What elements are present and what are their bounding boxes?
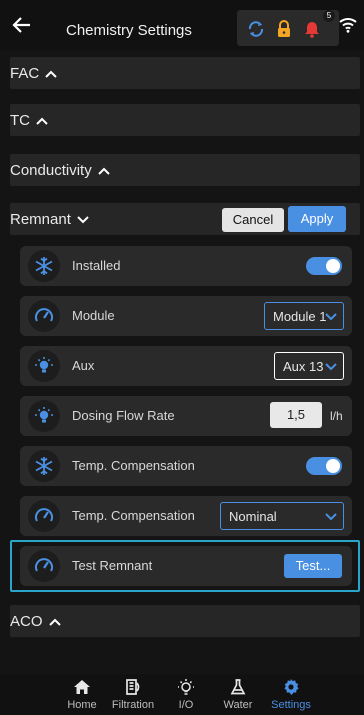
- gauge-icon: [35, 308, 53, 322]
- wifi-icon: [339, 18, 357, 33]
- gauge-icon: [35, 558, 53, 572]
- bulb-icon: [35, 407, 53, 423]
- test-button[interactable]: Test...: [284, 554, 342, 578]
- chevron-down-icon: [325, 513, 337, 521]
- sync-icon[interactable]: [247, 20, 265, 38]
- lock-icon[interactable]: [275, 20, 293, 38]
- bottom-nav: Home Filtration I/O Water Settings: [0, 674, 364, 715]
- bell-icon: [305, 22, 319, 38]
- row-installed: Installed: [20, 246, 352, 286]
- chevron-down-icon: [77, 216, 89, 224]
- section-fac[interactable]: FAC: [10, 57, 360, 89]
- home-icon: [74, 680, 90, 694]
- page-title: Chemistry Settings: [66, 22, 192, 39]
- temp-compensation-select[interactable]: Nominal: [220, 502, 344, 530]
- temp-compensation-mode-label: Temp. Compensation: [72, 508, 195, 523]
- section-tc-title: TC: [10, 112, 48, 129]
- installed-toggle[interactable]: [306, 257, 342, 275]
- bulb-icon: [35, 357, 53, 373]
- gear-icon: [284, 679, 299, 695]
- section-fac-title: FAC: [10, 65, 57, 82]
- snowflake-icon: [35, 457, 53, 475]
- dosing-flow-rate-label: Dosing Flow Rate: [72, 408, 175, 423]
- installed-label: Installed: [72, 258, 121, 273]
- nav-settings[interactable]: Settings: [261, 678, 321, 711]
- row-temp-compensation-select: Temp. Compensation Nominal: [20, 496, 352, 536]
- dosing-flow-rate-unit: l/h: [330, 409, 343, 423]
- nav-io[interactable]: I/O: [156, 678, 216, 711]
- gauge-icon: [35, 508, 53, 522]
- status-bar: 5: [237, 10, 339, 46]
- chevron-up-icon: [48, 618, 61, 626]
- back-arrow-icon[interactable]: [10, 14, 34, 36]
- temp-compensation-toggle[interactable]: [306, 457, 342, 475]
- nav-water[interactable]: Water: [208, 678, 268, 711]
- section-conductivity-title: Conductivity: [10, 162, 110, 179]
- notifications[interactable]: 5: [299, 10, 339, 46]
- apply-button[interactable]: Apply: [288, 206, 346, 232]
- chevron-up-icon: [36, 117, 48, 125]
- row-aux: Aux Aux 13: [20, 346, 352, 386]
- temp-compensation-label: Temp. Compensation: [72, 458, 195, 473]
- section-remnant-title: Remnant: [10, 211, 89, 228]
- section-aco-title: ACO: [10, 613, 61, 630]
- aux-label: Aux: [72, 358, 95, 373]
- module-label: Module: [72, 308, 115, 323]
- nav-filtration[interactable]: Filtration: [103, 678, 163, 711]
- row-module: Module Module 1: [20, 296, 352, 336]
- test-remnant-label: Test Remnant: [72, 558, 153, 573]
- aux-select[interactable]: Aux 13: [274, 352, 344, 380]
- snowflake-icon: [35, 257, 53, 275]
- flask-icon: [230, 679, 246, 695]
- app-header: Chemistry Settings 5: [0, 0, 364, 50]
- bulb-icon: [178, 679, 194, 695]
- chevron-down-icon: [325, 313, 337, 321]
- dosing-flow-rate-input[interactable]: 1,5: [270, 402, 322, 428]
- row-temp-compensation-toggle: Temp. Compensation: [20, 446, 352, 486]
- section-aco[interactable]: ACO: [10, 605, 360, 637]
- filter-icon: [126, 679, 140, 695]
- chevron-down-icon: [325, 363, 337, 371]
- section-tc[interactable]: TC: [10, 104, 360, 136]
- module-select[interactable]: Module 1: [264, 302, 344, 330]
- chevron-up-icon: [45, 70, 57, 78]
- notification-badge: 5: [323, 10, 335, 22]
- chevron-up-icon: [97, 167, 110, 175]
- row-dosing-flow-rate: Dosing Flow Rate 1,5 l/h: [20, 396, 352, 436]
- section-conductivity[interactable]: Conductivity: [10, 154, 360, 186]
- cancel-button[interactable]: Cancel: [222, 208, 284, 232]
- row-test-remnant: Test Remnant Test...: [20, 546, 352, 586]
